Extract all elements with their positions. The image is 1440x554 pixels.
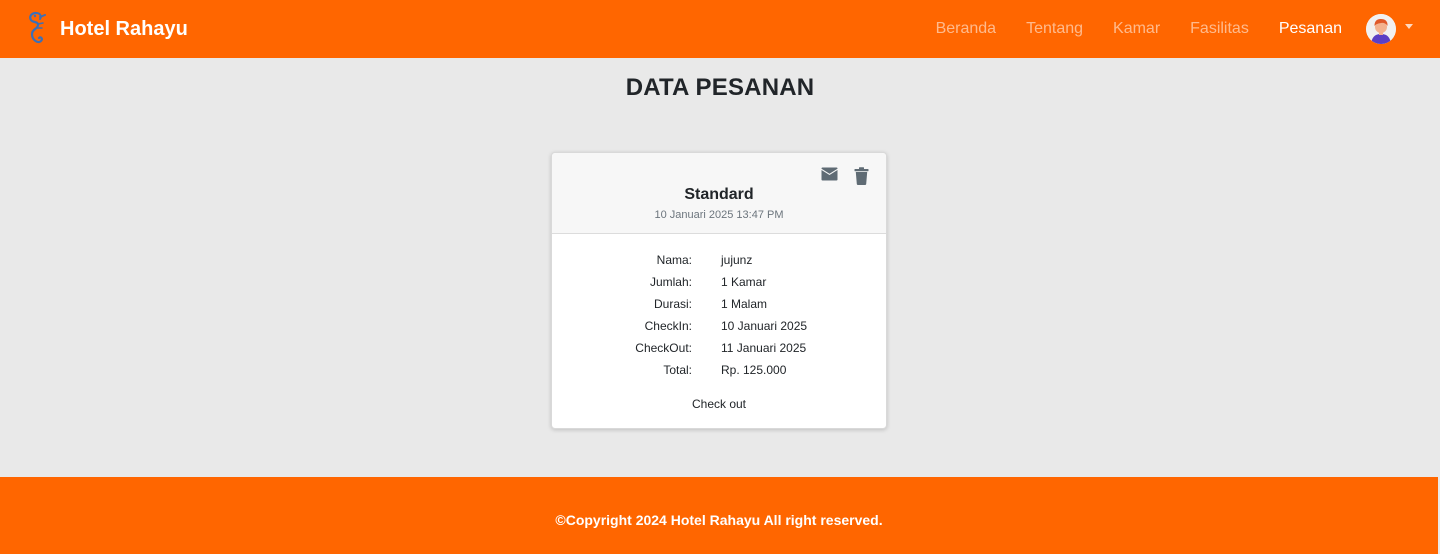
page-title: DATA PESANAN xyxy=(625,74,815,101)
nav-link-fasilitas[interactable]: Fasilitas xyxy=(1190,20,1249,38)
footer: ©Copyright 2024 Hotel Rahayu All right r… xyxy=(0,477,1438,554)
nav-link-tentang[interactable]: Tentang xyxy=(1026,20,1083,38)
nav-link-pesanan[interactable]: Pesanan xyxy=(1279,20,1342,38)
booking-details: Nama: jujunz Jumlah: 1 Kamar Durasi: 1 M… xyxy=(552,251,886,383)
seahorse-logo-icon xyxy=(29,11,46,44)
footer-copyright: ©Copyright 2024 Hotel Rahayu All right r… xyxy=(555,512,883,528)
detail-label: Durasi: xyxy=(653,297,692,311)
detail-label: CheckOut: xyxy=(635,341,692,355)
brand[interactable]: Hotel Rahayu xyxy=(24,0,188,58)
detail-label: Nama: xyxy=(656,253,692,267)
detail-value: 10 Januari 2025 xyxy=(721,319,808,333)
booking-card: Standard 10 Januari 2025 13:47 PM Nama: … xyxy=(551,152,887,429)
detail-label: Jumlah: xyxy=(649,275,692,289)
nav-link-kamar[interactable]: Kamar xyxy=(1113,20,1160,38)
detail-value: Rp. 125.000 xyxy=(721,363,787,377)
booking-datetime: 10 Januari 2025 13:47 PM xyxy=(654,209,784,221)
user-menu-toggle[interactable] xyxy=(1366,14,1413,44)
detail-value: 1 Kamar xyxy=(721,275,767,289)
nav-link-beranda[interactable]: Beranda xyxy=(936,20,997,38)
envelope-icon[interactable] xyxy=(821,167,838,186)
detail-row-total: Total: Rp. 125.000 xyxy=(552,361,886,383)
detail-row-checkout: CheckOut: 11 Januari 2025 xyxy=(552,339,886,361)
detail-row-jumlah: Jumlah: 1 Kamar xyxy=(552,273,886,295)
detail-row-durasi: Durasi: 1 Malam xyxy=(552,295,886,317)
user-avatar-icon xyxy=(1366,14,1396,44)
booking-card-header: Standard 10 Januari 2025 13:47 PM xyxy=(552,153,886,234)
detail-value: 1 Malam xyxy=(721,297,768,311)
chevron-down-icon xyxy=(1405,23,1413,29)
brand-name: Hotel Rahayu xyxy=(60,17,188,40)
booking-status: Check out xyxy=(691,397,747,411)
detail-value: jujunz xyxy=(721,253,753,267)
nav-menu: Beranda Tentang Kamar Fasilitas Pesanan xyxy=(936,0,1440,58)
room-name: Standard xyxy=(684,186,754,203)
detail-row-checkin: CheckIn: 10 Januari 2025 xyxy=(552,317,886,339)
detail-label: CheckIn: xyxy=(644,319,692,333)
detail-value: 11 Januari 2025 xyxy=(721,341,807,355)
navbar: Hotel Rahayu Beranda Tentang Kamar Fasil… xyxy=(0,0,1440,58)
detail-row-nama: Nama: jujunz xyxy=(552,251,886,273)
detail-label: Total: xyxy=(663,363,692,377)
